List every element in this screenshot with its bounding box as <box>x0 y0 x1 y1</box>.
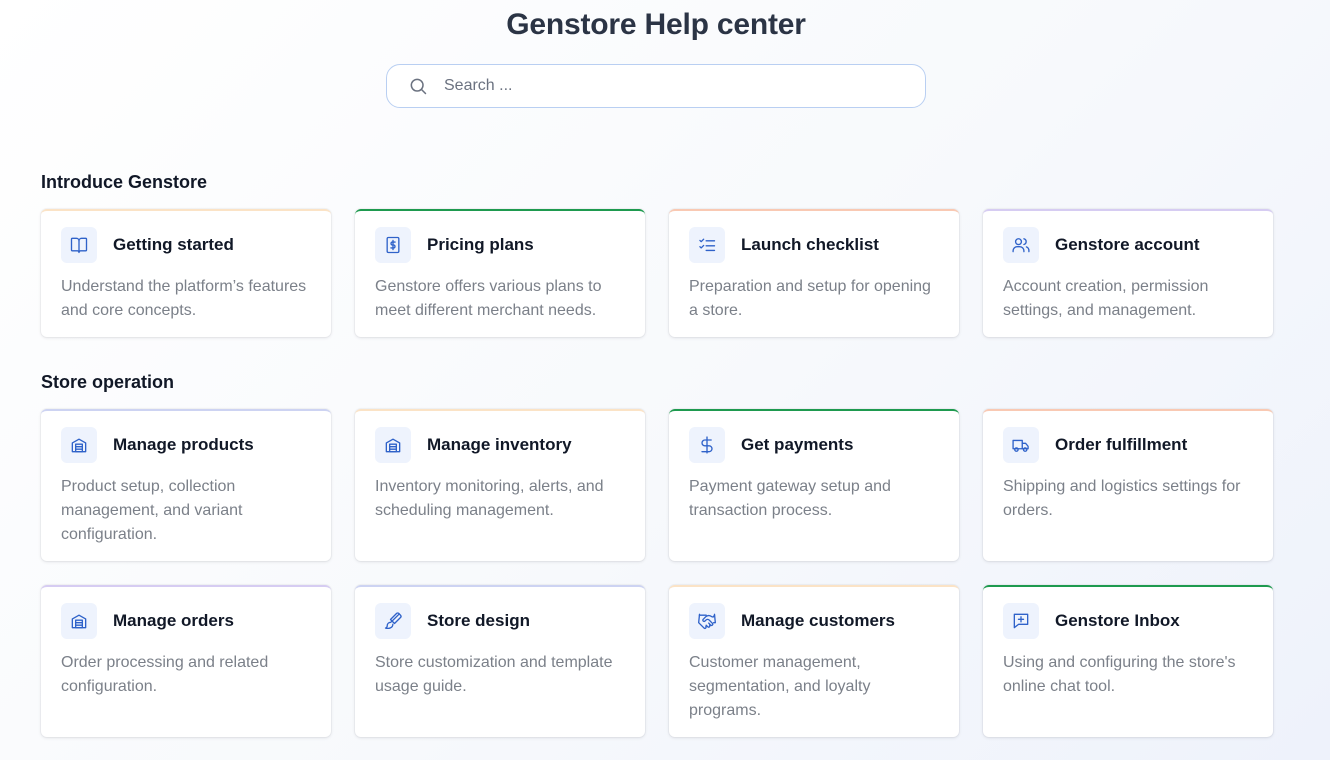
card-manage-inventory[interactable]: Manage inventory Inventory monitoring, al… <box>355 409 645 561</box>
card-description: Using and configuring the store's online… <box>1003 654 1236 695</box>
card-get-payments[interactable]: Get payments Payment gateway setup and tr… <box>669 409 959 561</box>
card-genstore-account[interactable]: Genstore account Account creation, permis… <box>983 209 1273 337</box>
card-getting-started[interactable]: Getting started Understand the platform’s… <box>41 209 331 337</box>
card-title: Launch checklist <box>741 235 879 254</box>
card-pricing-plans[interactable]: Pricing plans Genstore offers various pla… <box>355 209 645 337</box>
card-description: Understand the platform’s features and c… <box>61 278 307 319</box>
card-header: Manage customers <box>689 603 939 639</box>
search-input[interactable] <box>442 76 925 96</box>
card-description: Store customization and template usage g… <box>375 654 613 695</box>
card-title: Getting started <box>113 235 234 254</box>
section-title-store-operation: Store operation <box>41 372 175 392</box>
card-manage-orders[interactable]: Manage orders Order processing and relate… <box>41 585 331 737</box>
checklist-icon <box>689 227 725 263</box>
card-description: Payment gateway setup and transaction pr… <box>689 478 891 519</box>
card-description: Product setup, collection management, an… <box>61 478 243 543</box>
card-header: Manage inventory <box>375 427 625 463</box>
card-header: Order fulfillment <box>1003 427 1253 463</box>
card-header: Pricing plans <box>375 227 625 263</box>
card-title: Manage orders <box>113 611 234 630</box>
card-title: Store design <box>427 611 530 630</box>
card-header: Launch checklist <box>689 227 939 263</box>
dollar-receipt-icon <box>375 227 411 263</box>
card-description: Inventory monitoring, alerts, and schedu… <box>375 478 604 519</box>
card-header: Get payments <box>689 427 939 463</box>
card-title: Manage customers <box>741 611 895 630</box>
book-open-icon <box>61 227 97 263</box>
card-title: Order fulfillment <box>1055 435 1188 454</box>
card-header: Getting started <box>61 227 311 263</box>
card-description: Preparation and setup for opening a stor… <box>689 278 931 319</box>
card-header: Manage products <box>61 427 311 463</box>
paintbrush-icon <box>375 603 411 639</box>
section-title-introduce: Introduce Genstore <box>41 172 208 192</box>
page-title: Genstore Help center <box>506 8 806 41</box>
card-header: Store design <box>375 603 625 639</box>
handshake-icon <box>689 603 725 639</box>
card-description: Shipping and logistics settings for orde… <box>1003 478 1241 519</box>
card-manage-products[interactable]: Manage products Product setup, collection… <box>41 409 331 561</box>
introduce-grid: Getting started Understand the platform’s… <box>41 209 1273 337</box>
card-header: Manage orders <box>61 603 311 639</box>
warehouse-icon <box>61 603 97 639</box>
card-launch-checklist[interactable]: Launch checklist Preparation and setup fo… <box>669 209 959 337</box>
truck-icon <box>1003 427 1039 463</box>
card-header: Genstore account <box>1003 227 1253 263</box>
card-genstore-inbox[interactable]: Genstore Inbox Using and configuring the … <box>983 585 1273 737</box>
search-icon <box>408 76 428 96</box>
card-store-design[interactable]: Store design Store customization and temp… <box>355 585 645 737</box>
card-description: Genstore offers various plans to meet di… <box>375 278 602 319</box>
card-description: Customer management, segmentation, and l… <box>689 654 871 719</box>
store-operation-grid: Manage products Product setup, collection… <box>41 409 1273 737</box>
card-title: Get payments <box>741 435 854 454</box>
card-header: Genstore Inbox <box>1003 603 1253 639</box>
message-plus-icon <box>1003 603 1039 639</box>
card-order-fulfillment[interactable]: Order fulfillment Shipping and logistics … <box>983 409 1273 561</box>
warehouse-icon <box>375 427 411 463</box>
warehouse-icon <box>61 427 97 463</box>
card-title: Manage inventory <box>427 435 572 454</box>
card-description: Account creation, permission settings, a… <box>1003 278 1209 319</box>
card-title: Genstore account <box>1055 235 1200 254</box>
card-title: Genstore Inbox <box>1055 611 1180 630</box>
dollar-icon <box>689 427 725 463</box>
card-manage-customers[interactable]: Manage customers Customer management, seg… <box>669 585 959 737</box>
users-icon <box>1003 227 1039 263</box>
card-description: Order processing and related configurati… <box>61 654 269 695</box>
search-bar[interactable] <box>386 64 926 108</box>
card-title: Pricing plans <box>427 235 534 254</box>
card-title: Manage products <box>113 435 254 454</box>
